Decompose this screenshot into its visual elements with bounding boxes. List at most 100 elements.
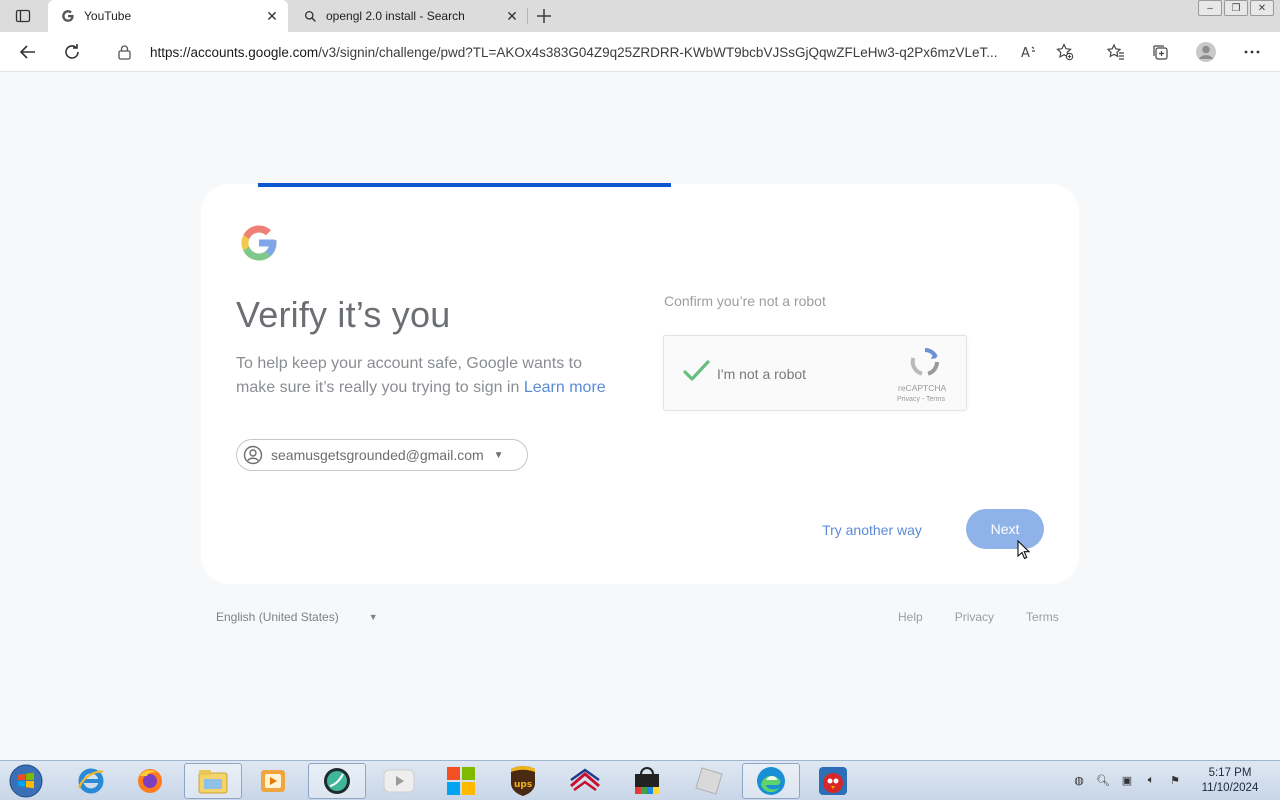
window-controls: – ❐ ✕ bbox=[1196, 0, 1274, 18]
tab-strip: YouTube ✕ opengl 2.0 install - Search ✕ … bbox=[0, 0, 1280, 32]
taskbar-internet-explorer[interactable] bbox=[62, 763, 120, 799]
try-another-way-button[interactable]: Try another way bbox=[806, 511, 938, 549]
favorites-button[interactable] bbox=[1102, 38, 1130, 66]
read-aloud-icon: A bbox=[1021, 46, 1035, 61]
avatar-icon bbox=[1196, 42, 1216, 62]
recaptcha-brand: reCAPTCHA bbox=[898, 383, 947, 393]
google-g-icon bbox=[60, 8, 76, 24]
tab-actions-icon bbox=[15, 9, 31, 23]
minimize-button[interactable]: – bbox=[1198, 0, 1222, 16]
collections-button[interactable] bbox=[1146, 38, 1174, 66]
profile-button[interactable] bbox=[1192, 38, 1220, 66]
edge-icon bbox=[757, 767, 785, 795]
close-window-button[interactable]: ✕ bbox=[1250, 0, 1274, 16]
windows-orb-icon bbox=[9, 764, 43, 798]
star-add-icon bbox=[1056, 43, 1074, 61]
terms-link[interactable]: Terms bbox=[1026, 610, 1059, 624]
search-tray-icon[interactable]: 🔍︎ bbox=[1094, 771, 1112, 789]
taskbar-media-player[interactable] bbox=[244, 763, 302, 799]
add-favorite-button[interactable] bbox=[1051, 38, 1079, 66]
clock-time: 5:17 PM bbox=[1208, 767, 1252, 779]
browser-toolbar: https://accounts.google.com/v3/signin/ch… bbox=[0, 32, 1280, 72]
taskbar-ups[interactable]: ups bbox=[494, 763, 552, 799]
tab-title: opengl 2.0 install - Search bbox=[326, 9, 465, 23]
mouse-cursor-icon bbox=[1017, 540, 1031, 560]
taskbar: ups ◍ 🔍︎ ▣ 🔈︎ ⚑ 5:17 PM 11/10/2024 bbox=[0, 760, 1280, 800]
recaptcha-logo-icon bbox=[909, 346, 941, 378]
firefox-icon bbox=[138, 769, 162, 793]
taskbar-angry-birds[interactable] bbox=[804, 763, 862, 799]
tab-title: YouTube bbox=[84, 9, 132, 23]
close-tab-icon[interactable]: ✕ bbox=[504, 8, 520, 24]
bank-flag-icon bbox=[570, 768, 600, 792]
new-tab-button[interactable] bbox=[532, 4, 556, 28]
collections-icon bbox=[1153, 45, 1168, 60]
system-tray: ◍ 🔍︎ ▣ 🔈︎ ⚑ bbox=[1070, 771, 1190, 789]
display-icon[interactable]: ▣ bbox=[1118, 771, 1136, 789]
taskbar-roblox[interactable] bbox=[680, 763, 738, 799]
next-button[interactable]: Next bbox=[966, 509, 1044, 549]
privacy-link[interactable]: Privacy bbox=[955, 610, 994, 624]
taskbar-edge[interactable] bbox=[742, 763, 800, 799]
recaptcha-checkbox[interactable] bbox=[682, 358, 710, 386]
taskbar-shopping-bag[interactable] bbox=[618, 763, 676, 799]
svg-text:A: A bbox=[1021, 46, 1030, 61]
search-icon bbox=[302, 8, 318, 24]
footer-links: Help Privacy Terms bbox=[898, 610, 1059, 624]
close-tab-icon[interactable]: ✕ bbox=[264, 8, 280, 24]
tab-search[interactable]: opengl 2.0 install - Search ✕ bbox=[290, 0, 528, 32]
lock-icon[interactable] bbox=[118, 44, 134, 60]
taskbar-microsoft-store[interactable] bbox=[432, 763, 490, 799]
restore-button[interactable]: ❐ bbox=[1224, 0, 1248, 16]
shopping-bag-icon bbox=[635, 767, 659, 794]
chevron-down-icon: ▼ bbox=[493, 449, 504, 461]
back-arrow-icon bbox=[19, 45, 35, 59]
svg-text:ups: ups bbox=[514, 780, 532, 790]
chevron-down-icon: ▼ bbox=[368, 612, 378, 622]
video-play-icon bbox=[383, 769, 415, 793]
roblox-icon bbox=[695, 767, 723, 795]
start-button[interactable] bbox=[6, 763, 46, 799]
robot-label: Confirm you’re not a robot bbox=[664, 293, 826, 309]
tab-youtube[interactable]: YouTube ✕ bbox=[48, 0, 288, 32]
refresh-icon bbox=[65, 44, 79, 59]
url-text: https://accounts.google.com/v3/signin/ch… bbox=[150, 45, 1010, 60]
help-link[interactable]: Help bbox=[898, 610, 923, 624]
taskbar-file-explorer[interactable] bbox=[184, 763, 242, 799]
read-aloud-button[interactable]: A bbox=[1015, 38, 1043, 66]
media-player-icon bbox=[261, 770, 285, 792]
clock-date: 11/10/2024 bbox=[1201, 782, 1259, 794]
folder-icon bbox=[198, 770, 228, 794]
ups-logo-icon: ups bbox=[511, 766, 535, 796]
url-host: https://accounts.google.com bbox=[150, 44, 319, 60]
page-title: Verify it’s you bbox=[236, 294, 451, 335]
back-button[interactable] bbox=[14, 38, 42, 66]
url-path: /v3/signin/challenge/pwd?TL=AKOx4s383G04… bbox=[318, 44, 998, 60]
recaptcha-widget: I'm not a robot reCAPTCHA Privacy - Term… bbox=[663, 335, 967, 411]
taskbar-app-green[interactable] bbox=[308, 763, 366, 799]
flag-icon[interactable]: ⚑ bbox=[1166, 771, 1184, 789]
angry-bird-icon bbox=[819, 767, 847, 795]
app-green-icon bbox=[324, 768, 350, 794]
tab-actions-button[interactable] bbox=[8, 4, 38, 28]
taskbar-video-player[interactable] bbox=[370, 763, 428, 799]
refresh-button[interactable] bbox=[58, 38, 86, 66]
network-icon[interactable]: ◍ bbox=[1070, 771, 1088, 789]
recaptcha-links[interactable]: Privacy - Terms bbox=[897, 396, 945, 403]
language-label: English (United States) bbox=[216, 610, 339, 624]
account-chip[interactable]: seamusgetsgrounded@gmail.com ▼ bbox=[236, 439, 528, 471]
more-menu-button[interactable] bbox=[1238, 38, 1266, 66]
more-dots-icon bbox=[1244, 50, 1260, 54]
address-bar[interactable]: https://accounts.google.com/v3/signin/ch… bbox=[102, 36, 1082, 68]
taskbar-firefox[interactable] bbox=[121, 763, 179, 799]
progress-bar bbox=[258, 183, 671, 187]
taskbar-bank-of-america[interactable] bbox=[556, 763, 614, 799]
page-content: Verify it’s you To help keep your accoun… bbox=[0, 72, 1280, 760]
clock[interactable]: 5:17 PM 11/10/2024 bbox=[1192, 766, 1268, 796]
volume-muted-icon[interactable]: 🔈︎ bbox=[1142, 771, 1160, 789]
language-selector[interactable]: English (United States) ▼ bbox=[216, 610, 378, 624]
account-circle-icon bbox=[243, 445, 263, 465]
learn-more-link[interactable]: Learn more bbox=[524, 379, 606, 396]
microsoft-logo-icon bbox=[447, 767, 475, 795]
recaptcha-label: I'm not a robot bbox=[717, 366, 807, 382]
